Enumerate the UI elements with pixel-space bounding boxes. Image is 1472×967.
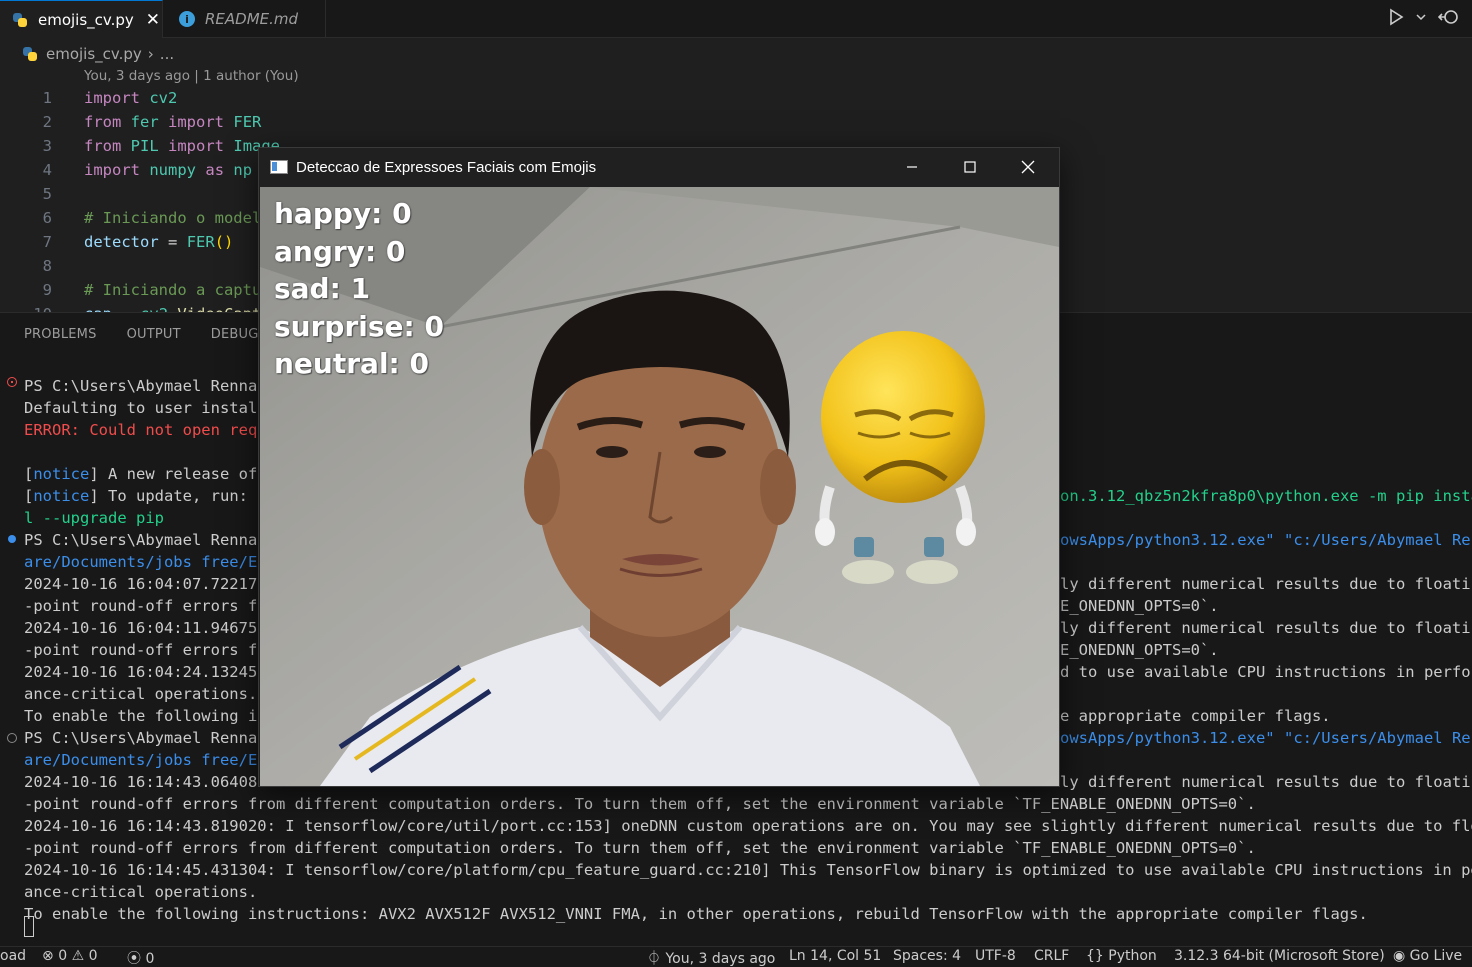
codelens-blame[interactable]: You, 3 days ago | 1 author (You) <box>84 68 299 84</box>
close-icon[interactable]: ✕ <box>146 10 160 30</box>
breadcrumb: emojis_cv.py › ... <box>22 42 174 66</box>
terminal-line: To enable the following in <box>24 707 267 725</box>
cursor-position[interactable]: Ln 14, Col 51 <box>789 948 881 964</box>
terminal-fragment: owsApps/python3.12.exe" "c:/Users/Abymae… <box>1060 729 1472 747</box>
terminal-fragment: ly different numerical results due to fl… <box>1060 619 1472 637</box>
maximize-button[interactable] <box>941 148 999 186</box>
terminal-line: 2024-10-16 16:14:45.431304: I tensorflow… <box>24 861 1472 879</box>
go-live-button[interactable]: ◉ Go Live <box>1393 948 1462 964</box>
chevron-right-icon: › <box>147 45 154 63</box>
problems-status[interactable]: ⊗ 0 ⚠ 0 <box>42 948 98 964</box>
braces-icon: {} <box>1086 948 1104 964</box>
minimize-icon <box>907 166 917 168</box>
terminal-line: [notice] A new release of <box>24 465 258 483</box>
terminal-line: PS C:\Users\Abymael Rennar <box>24 729 267 747</box>
pending-decoration-icon[interactable] <box>7 733 17 743</box>
terminal-fragment: d to use available CPU instructions in p… <box>1060 663 1472 681</box>
terminal-line: are/Documents/jobs free/Em <box>24 553 267 571</box>
status-bar: oad ⊗ 0 ⚠ 0 ⦿ 0 ⏀ You, 3 days ago Ln 14,… <box>0 946 1472 967</box>
tab-output[interactable]: OUTPUT <box>127 327 181 342</box>
window-titlebar[interactable]: Deteccao de Expressoes Faciais com Emoji… <box>259 148 1059 186</box>
terminal-line: To enable the following instructions: AV… <box>24 905 1368 923</box>
terminal-line: are/Documents/jobs free/Em <box>24 751 267 769</box>
python-file-icon <box>22 46 38 62</box>
chevron-down-icon[interactable] <box>1416 8 1426 26</box>
window-title: Deteccao de Expressoes Faciais com Emoji… <box>296 158 597 176</box>
error-icon: ⊗ <box>42 948 54 964</box>
terminal-fragment: on.3.12_qbz5n2kfra8p0\python.exe -m pip … <box>1060 487 1472 505</box>
maximize-icon <box>964 161 976 173</box>
terminal-line: PS C:\Users\Abymael Rennar <box>24 531 267 549</box>
language-mode[interactable]: {} Python <box>1086 948 1157 964</box>
terminal-line-error: ERROR: Could not open requ <box>24 421 267 439</box>
breadcrumb-file[interactable]: emojis_cv.py <box>46 45 142 63</box>
warning-icon: ⚠ <box>71 948 85 964</box>
emotion-score-sad: sad: 1 <box>274 272 371 305</box>
terminal-fragment: E_ONEDNN_OPTS=0`. <box>1060 597 1219 615</box>
emotion-scores: happy: 0 angry: 0 sad: 1 surprise: 0 neu… <box>274 195 444 383</box>
python-file-icon <box>12 12 28 28</box>
terminal-line: 2024-10-16 16:04:24.132458 <box>24 663 267 681</box>
close-button[interactable] <box>999 148 1057 186</box>
terminal-line: -point round-off errors fr <box>24 641 267 659</box>
minimize-button[interactable] <box>883 148 941 186</box>
terminal-line: -point round-off errors from different c… <box>24 795 1256 813</box>
terminal-line: 2024-10-16 16:14:43.064087 <box>24 773 267 791</box>
terminal-fragment: ly different numerical results due to fl… <box>1060 575 1472 593</box>
indentation[interactable]: Spaces: 4 <box>893 948 961 964</box>
tab-label: emojis_cv.py <box>38 10 134 29</box>
terminal-line: 2024-10-16 16:14:43.819020: I tensorflow… <box>24 817 1472 835</box>
terminal-line: -point round-off errors from different c… <box>24 839 1256 857</box>
code-line: 1 import cv2 <box>42 89 178 107</box>
terminal-line: -point round-off errors fr <box>24 597 267 615</box>
terminal-fragment: owsApps/python3.12.exe" "c:/Users/Abymae… <box>1060 531 1472 549</box>
breadcrumb-symbols[interactable]: ... <box>160 45 174 63</box>
broadcast-icon: ⦿ <box>127 951 141 967</box>
status-clipped-item[interactable]: oad <box>0 948 26 964</box>
terminal-line: ance-critical operations. <box>24 685 258 703</box>
terminal-line: ance-critical operations. <box>24 883 258 901</box>
broadcast-icon: ◉ <box>1393 948 1406 964</box>
git-blame-status[interactable]: ⏀ You, 3 days ago <box>647 948 775 967</box>
run-icon[interactable] <box>1388 8 1404 26</box>
git-commit-icon: ⏀ <box>647 951 661 967</box>
emotion-score-surprise: surprise: 0 <box>274 309 444 343</box>
tab-label: README.md <box>205 10 299 28</box>
app-window-icon <box>270 160 288 174</box>
emotion-score-happy: happy: 0 <box>274 197 412 230</box>
terminal-cursor <box>24 916 34 937</box>
encoding[interactable]: UTF-8 <box>975 948 1016 964</box>
tab-readme-md[interactable]: i README.md <box>163 0 326 38</box>
code-line: 2 from fer import FER <box>42 113 262 131</box>
ports-status[interactable]: ⦿ 0 <box>127 948 154 967</box>
terminal-line: PS C:\Users\Abymael Rennar <box>24 377 267 395</box>
editor-tab-bar: emojis_cv.py ✕ i README.md <box>0 0 1472 38</box>
python-interpreter[interactable]: 3.12.3 64-bit (Microsoft Store) <box>1174 948 1385 964</box>
tab-emojis-cv-py[interactable]: emojis_cv.py ✕ <box>0 0 163 38</box>
opencv-window[interactable]: Deteccao de Expressoes Faciais com Emoji… <box>258 147 1060 787</box>
editor-actions <box>1388 8 1460 26</box>
emotion-score-angry: angry: 0 <box>274 234 406 268</box>
terminal-line: l --upgrade pip <box>24 509 164 527</box>
terminal-line: [notice] To update, run: C <box>24 487 267 505</box>
terminal-line: Defaulting to user install <box>24 399 267 417</box>
panel-tabs: PROBLEMS OUTPUT DEBUG C <box>24 327 272 342</box>
terminal-fragment: ly different numerical results due to fl… <box>1060 773 1472 791</box>
terminal-line: 2024-10-16 16:04:07.722176 <box>24 575 267 593</box>
terminal-fragment: E_ONEDNN_OPTS=0`. <box>1060 641 1219 659</box>
close-icon <box>1021 160 1035 174</box>
info-icon: i <box>179 11 195 27</box>
end-of-line[interactable]: CRLF <box>1034 948 1069 964</box>
open-changes-icon[interactable] <box>1438 8 1460 26</box>
tab-problems[interactable]: PROBLEMS <box>24 327 97 342</box>
terminal-fragment: e appropriate compiler flags. <box>1060 707 1331 725</box>
emotion-score-neutral: neutral: 0 <box>274 347 429 380</box>
webcam-frame: happy: 0 angry: 0 sad: 1 surprise: 0 neu… <box>260 187 1059 786</box>
success-decoration-icon[interactable] <box>8 535 16 543</box>
error-decoration-icon[interactable] <box>7 377 17 387</box>
terminal-line: 2024-10-16 16:04:11.946753 <box>24 619 267 637</box>
